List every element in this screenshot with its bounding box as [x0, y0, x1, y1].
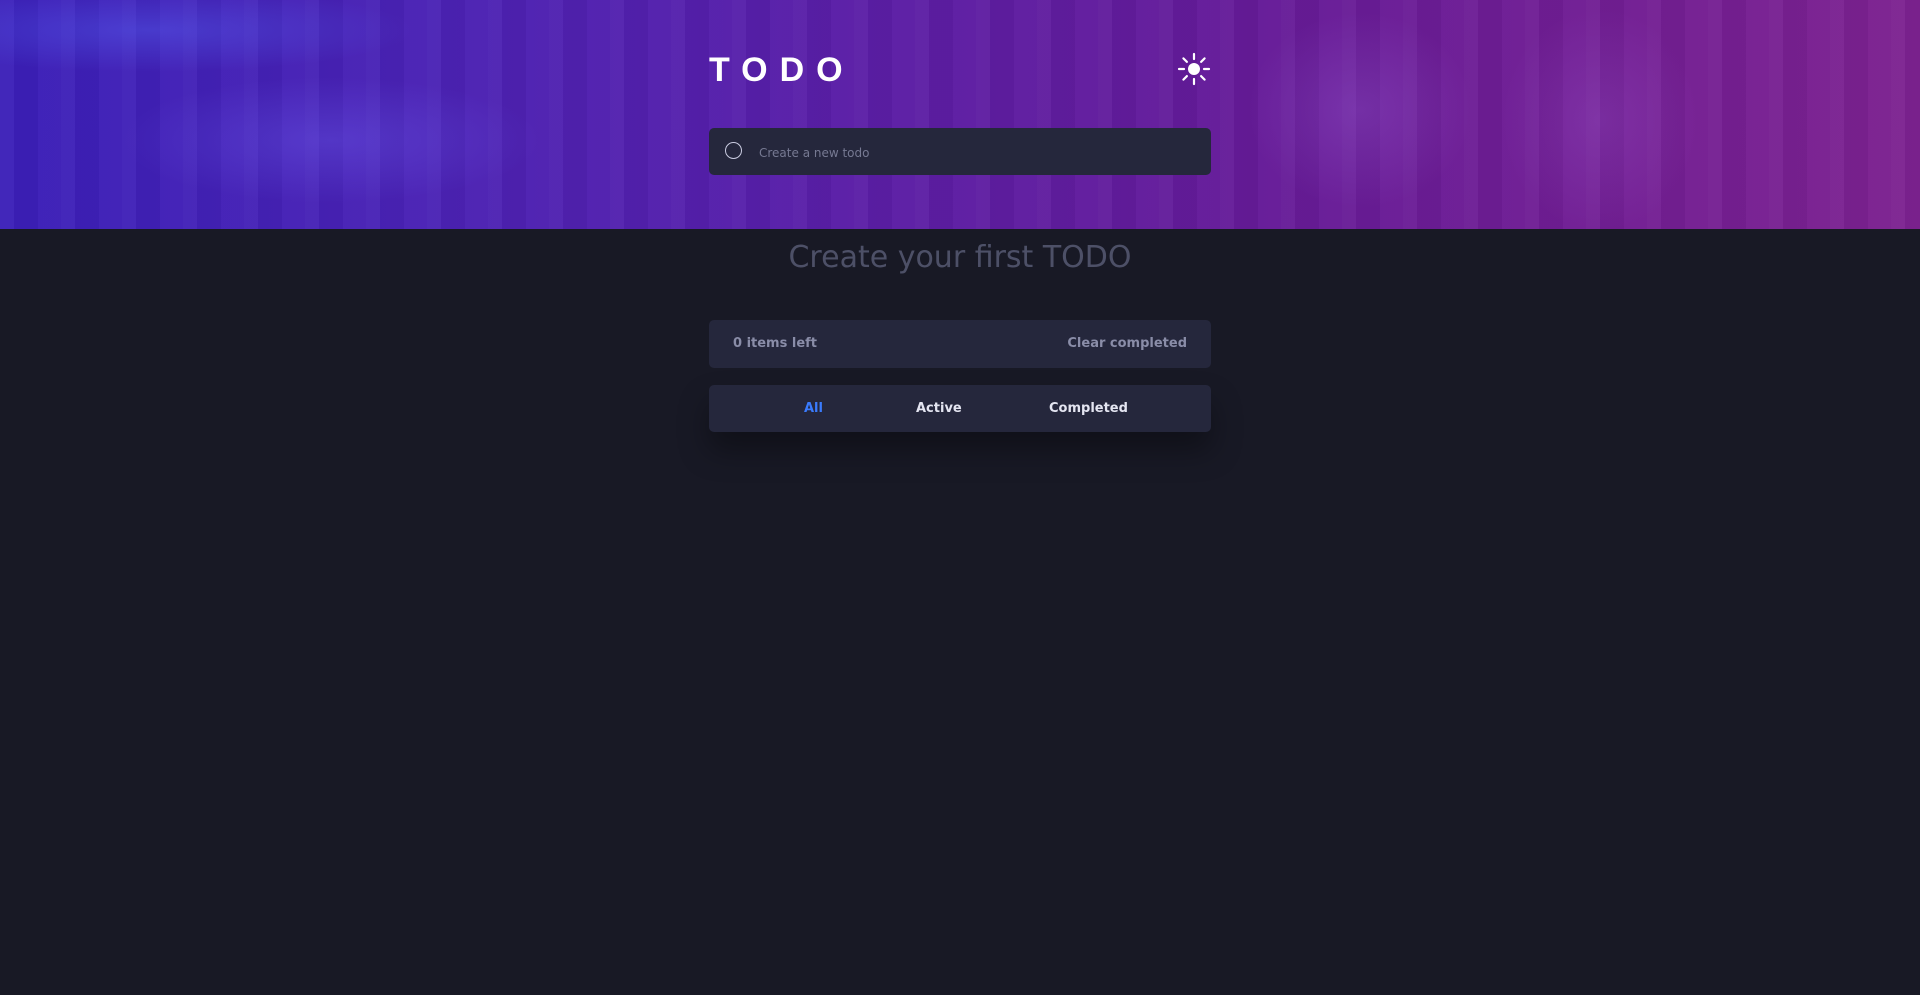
empty-state-message: Create your first TODO — [788, 240, 1132, 275]
items-left-count: 0 items left — [733, 336, 818, 351]
theme-toggle-button[interactable] — [1177, 52, 1211, 86]
new-todo-input[interactable] — [757, 128, 1201, 177]
todo-checkbox-circle[interactable] — [725, 142, 742, 159]
hero-banner — [0, 0, 1920, 229]
filter-all-button[interactable]: All — [804, 385, 823, 432]
filter-completed-button[interactable]: Completed — [1049, 385, 1128, 432]
clear-completed-button[interactable]: Clear completed — [1067, 320, 1187, 368]
filter-bar: All Active Completed — [709, 385, 1211, 432]
app-header: TODO — [709, 50, 1211, 90]
filter-active-button[interactable]: Active — [916, 385, 962, 432]
sun-icon — [1177, 52, 1211, 86]
app-title: TODO — [709, 51, 855, 89]
todo-footer: 0 items left Clear completed — [709, 320, 1211, 368]
new-todo-bar — [709, 128, 1211, 177]
